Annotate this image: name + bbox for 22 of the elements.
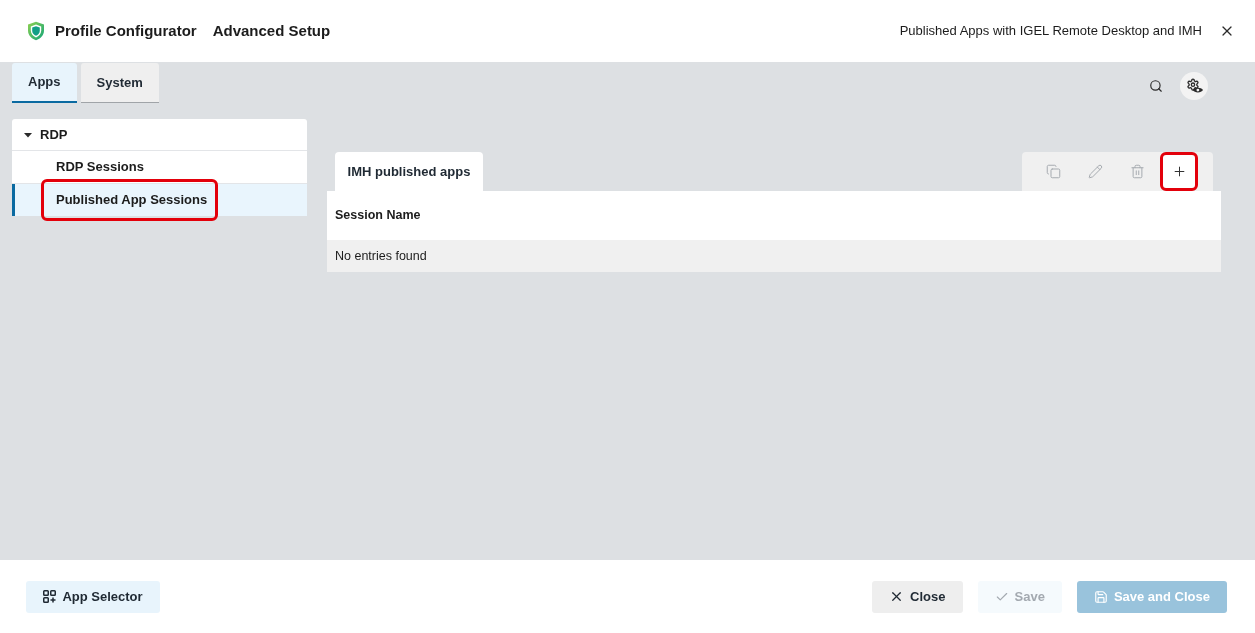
search-icon	[1149, 79, 1163, 93]
app-title: Profile Configurator	[55, 20, 197, 41]
pencil-icon	[1087, 164, 1103, 179]
trash-icon	[1129, 164, 1145, 179]
gear-eye-icon	[1185, 78, 1203, 94]
panel-tab[interactable]: IMH published apps	[335, 152, 483, 191]
context-title: Published Apps with IGEL Remote Desktop and IMH	[899, 22, 1202, 41]
view-settings-button[interactable]	[1180, 72, 1208, 100]
page-title: Advanced Setup	[212, 20, 331, 41]
copy-icon	[1045, 164, 1061, 179]
shield-logo-icon	[27, 21, 45, 41]
empty-table-message: No entries found	[327, 240, 1221, 272]
app-selector-button[interactable]: App Selector	[26, 580, 160, 613]
tab[interactable]: System	[80, 63, 159, 103]
tab[interactable]: Apps	[12, 63, 77, 103]
plus-icon	[1171, 164, 1187, 179]
search-button[interactable]	[1148, 78, 1164, 94]
grid-plus-icon	[43, 590, 57, 603]
add-button[interactable]	[1160, 152, 1198, 191]
column-header[interactable]: Session Name	[327, 191, 1221, 240]
sidebar-item[interactable]: Published App Sessions	[12, 184, 307, 216]
close-button[interactable]: Close	[872, 580, 963, 613]
